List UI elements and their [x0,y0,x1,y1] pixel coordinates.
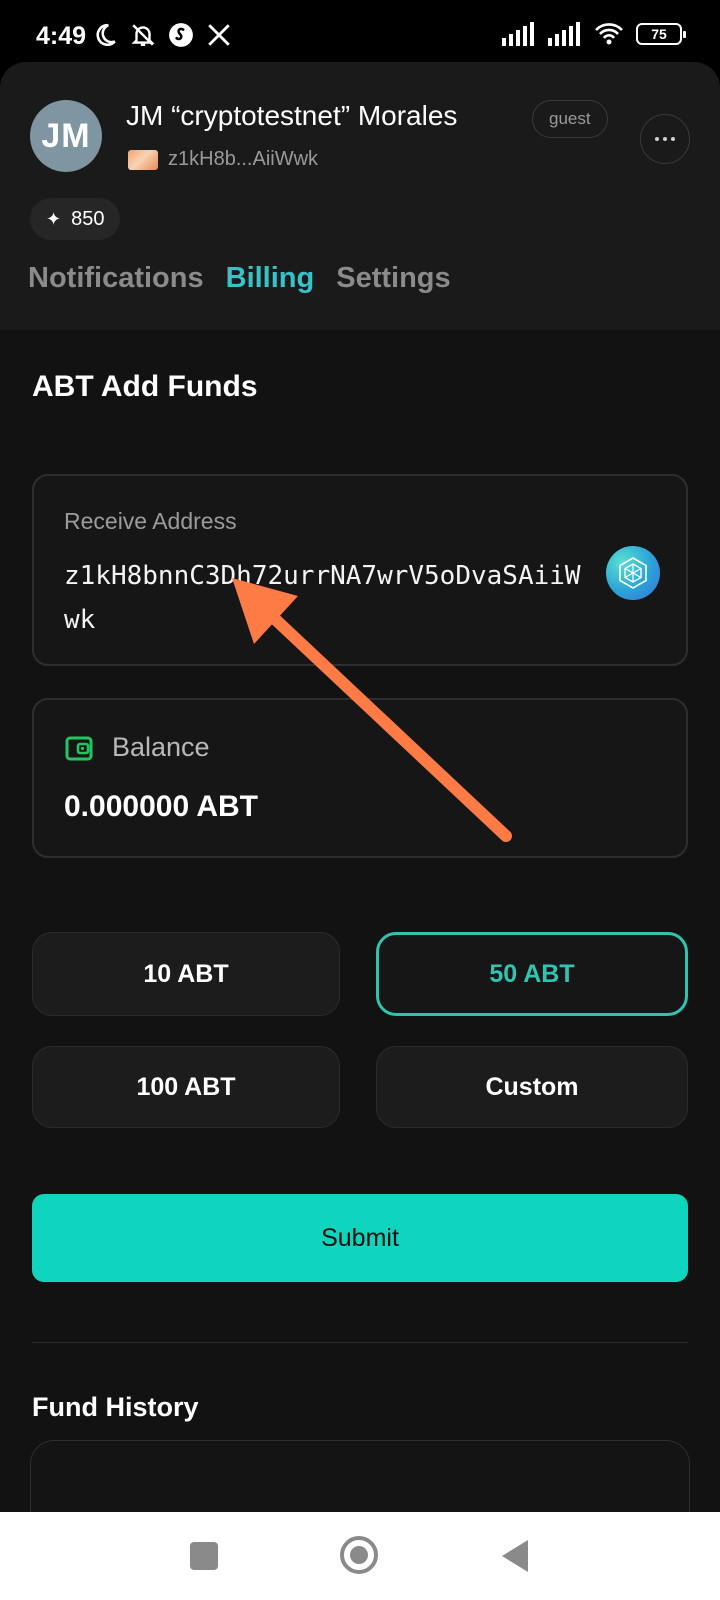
divider [32,1342,688,1343]
dot-icon [671,137,675,141]
balance-card: Balance 0.000000 ABT [32,698,688,858]
signal-icon [502,22,534,46]
balance-label-row: Balance [64,732,210,763]
wallet-address-short: z1kH8b...AiiWwk [168,148,319,170]
moon-icon [96,23,116,46]
points-chip[interactable]: ✦ 850 [30,198,121,240]
back-triangle-icon[interactable] [502,1540,528,1572]
bell-off-icon [131,24,155,46]
status-bar: 4:49 75 [0,0,720,66]
balance-label: Balance [112,732,210,762]
wallet-icon [65,736,93,760]
battery-icon: 75 [636,23,686,45]
submit-button[interactable]: Submit [32,1194,688,1282]
token-logo-icon [606,546,660,600]
amount-option-10[interactable]: 10 ABT [32,932,340,1016]
wifi-icon [595,23,623,45]
amount-option-100[interactable]: 100 ABT [32,1046,340,1128]
tab-bar: Notifications Billing Settings [28,262,451,295]
fund-history-title: Fund History [32,1392,199,1422]
receive-address-value[interactable]: z1kH8bnnC3Dh72urrNA7wrV5oDvaSAiiWwk [64,554,584,642]
dot-icon [663,137,667,141]
tab-settings[interactable]: Settings [336,262,450,295]
shazam-icon [169,23,193,47]
dot-icon [655,137,659,141]
role-badge: guest [532,100,608,138]
profile-header: JM JM “cryptotestnet” Morales guest z1kH… [0,62,720,330]
points-value: 850 [71,207,105,230]
amount-option-custom[interactable]: Custom [376,1046,688,1128]
fund-history-list [30,1440,690,1512]
more-options-button[interactable] [640,114,690,164]
receive-address-card: Receive Address z1kH8bnnC3Dh72urrNA7wrV5… [32,474,688,666]
x-logo-icon [208,24,230,46]
recents-square-icon[interactable] [190,1542,218,1570]
sparkle-icon: ✦ [46,208,62,229]
home-circle-icon[interactable] [340,1536,378,1574]
tab-billing[interactable]: Billing [226,262,315,295]
tab-notifications[interactable]: Notifications [28,262,204,295]
balance-value: 0.000000 ABT [64,790,259,823]
section-title: ABT Add Funds [32,370,258,403]
wallet-address-row[interactable]: z1kH8b...AiiWwk [128,148,318,171]
user-name: JM “cryptotestnet” Morales [126,100,458,131]
system-nav-bar [0,1512,720,1600]
wallet-thumbnail-icon [128,149,158,170]
amount-option-50[interactable]: 50 ABT [376,932,688,1016]
receive-address-label: Receive Address [64,508,237,534]
status-time: 4:49 [36,22,87,50]
status-right-icons: 75 [502,22,686,46]
status-left-icons [92,22,232,48]
avatar[interactable]: JM [30,100,102,172]
signal-icon [548,22,580,46]
app-container: JM JM “cryptotestnet” Morales guest z1kH… [0,62,720,1512]
